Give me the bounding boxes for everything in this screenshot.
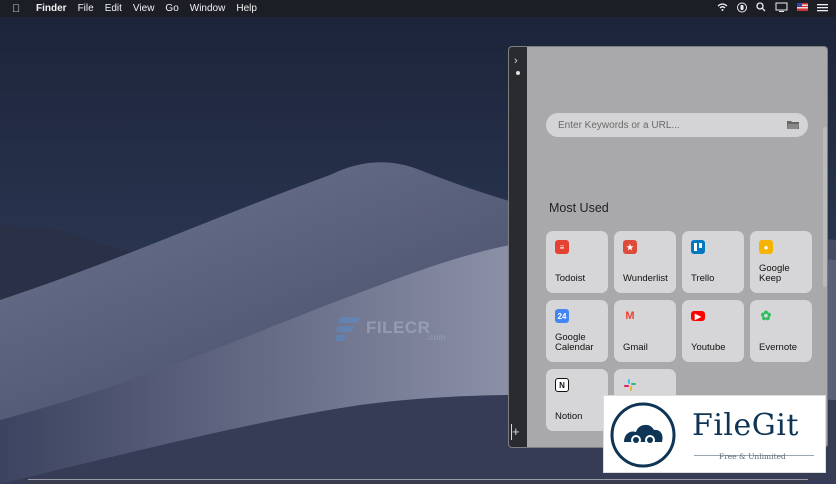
tile-youtube[interactable]: ▶ Youtube [682,300,744,362]
tile-label: Evernote [759,342,798,353]
tile-label: Todoist [555,273,586,284]
evernote-icon: ✿ [760,308,772,323]
tile-label: Wunderlist [623,273,668,284]
menu-file[interactable]: File [78,3,94,14]
search-bar[interactable] [546,113,808,137]
tile-evernote[interactable]: ✿ Evernote [750,300,812,362]
tile-trello[interactable]: Trello [682,231,744,293]
trello-icon [691,240,705,254]
tile-label: Gmail [623,342,648,353]
menu-window[interactable]: Window [190,3,226,14]
menu-go[interactable]: Go [165,3,178,14]
menu-bar:  Finder File Edit View Go Window Help [0,0,836,17]
filegit-watermark: FileGit Free & Unlimited [603,395,826,473]
add-icon[interactable]: + [512,424,520,439]
tile-label: Notion [555,411,583,422]
filecr-text: FILECR [366,318,431,337]
slack-icon [623,378,637,392]
menu-help[interactable]: Help [236,3,257,14]
tile-label: Google Calendar [555,332,594,353]
tile-label: Trello [691,273,715,284]
notion-icon: N [555,378,569,392]
most-used-heading: Most Used [549,201,609,215]
search-input[interactable] [558,119,778,131]
panel-rail: › + [509,47,527,447]
active-dot-icon[interactable] [516,71,520,75]
tile-google-calendar[interactable]: 24 Google Calendar [546,300,608,362]
menu-status-area [717,0,828,17]
tile-label: Google Keep [759,263,790,284]
battery-icon[interactable] [737,2,747,16]
search-icon[interactable] [756,2,766,15]
filegit-logo-icon [610,402,676,468]
sidebar-panel: › + Most Used ≡ Todoist ★ Wunderlist Tre… [508,46,828,448]
chevron-right-icon[interactable]: › [514,55,518,67]
tile-wunderlist[interactable]: ★ Wunderlist [614,231,676,293]
google-calendar-icon: 24 [555,309,569,323]
google-keep-icon: ● [759,240,773,254]
menu-finder[interactable]: Finder [36,3,67,14]
tile-todoist[interactable]: ≡ Todoist [546,231,608,293]
tile-notion[interactable]: N Notion [546,369,608,431]
filecr-watermark: FILECR .com [336,313,446,343]
list-icon[interactable] [817,3,828,15]
dock-edge [28,479,808,484]
us-flag-icon[interactable] [797,3,808,14]
menu-edit[interactable]: Edit [105,3,122,14]
apple-icon[interactable]:  [12,3,26,15]
filecr-logo-icon [336,317,360,341]
filegit-brand: FileGit [692,408,799,443]
folder-icon[interactable] [787,120,799,129]
tile-label: Youtube [691,342,726,353]
display-icon[interactable] [775,2,788,15]
tile-google-keep[interactable]: ● Google Keep [750,231,812,293]
todoist-icon: ≡ [555,240,569,254]
wunderlist-icon: ★ [623,240,637,254]
wifi-icon[interactable] [717,2,728,15]
gmail-icon: M [625,310,635,322]
filecr-suffix: .com [426,332,446,342]
scrollbar[interactable] [823,127,827,287]
tile-gmail[interactable]: M Gmail [614,300,676,362]
filegit-tagline: Free & Unlimited [719,452,786,461]
youtube-icon: ▶ [691,311,705,321]
menu-view[interactable]: View [133,3,155,14]
